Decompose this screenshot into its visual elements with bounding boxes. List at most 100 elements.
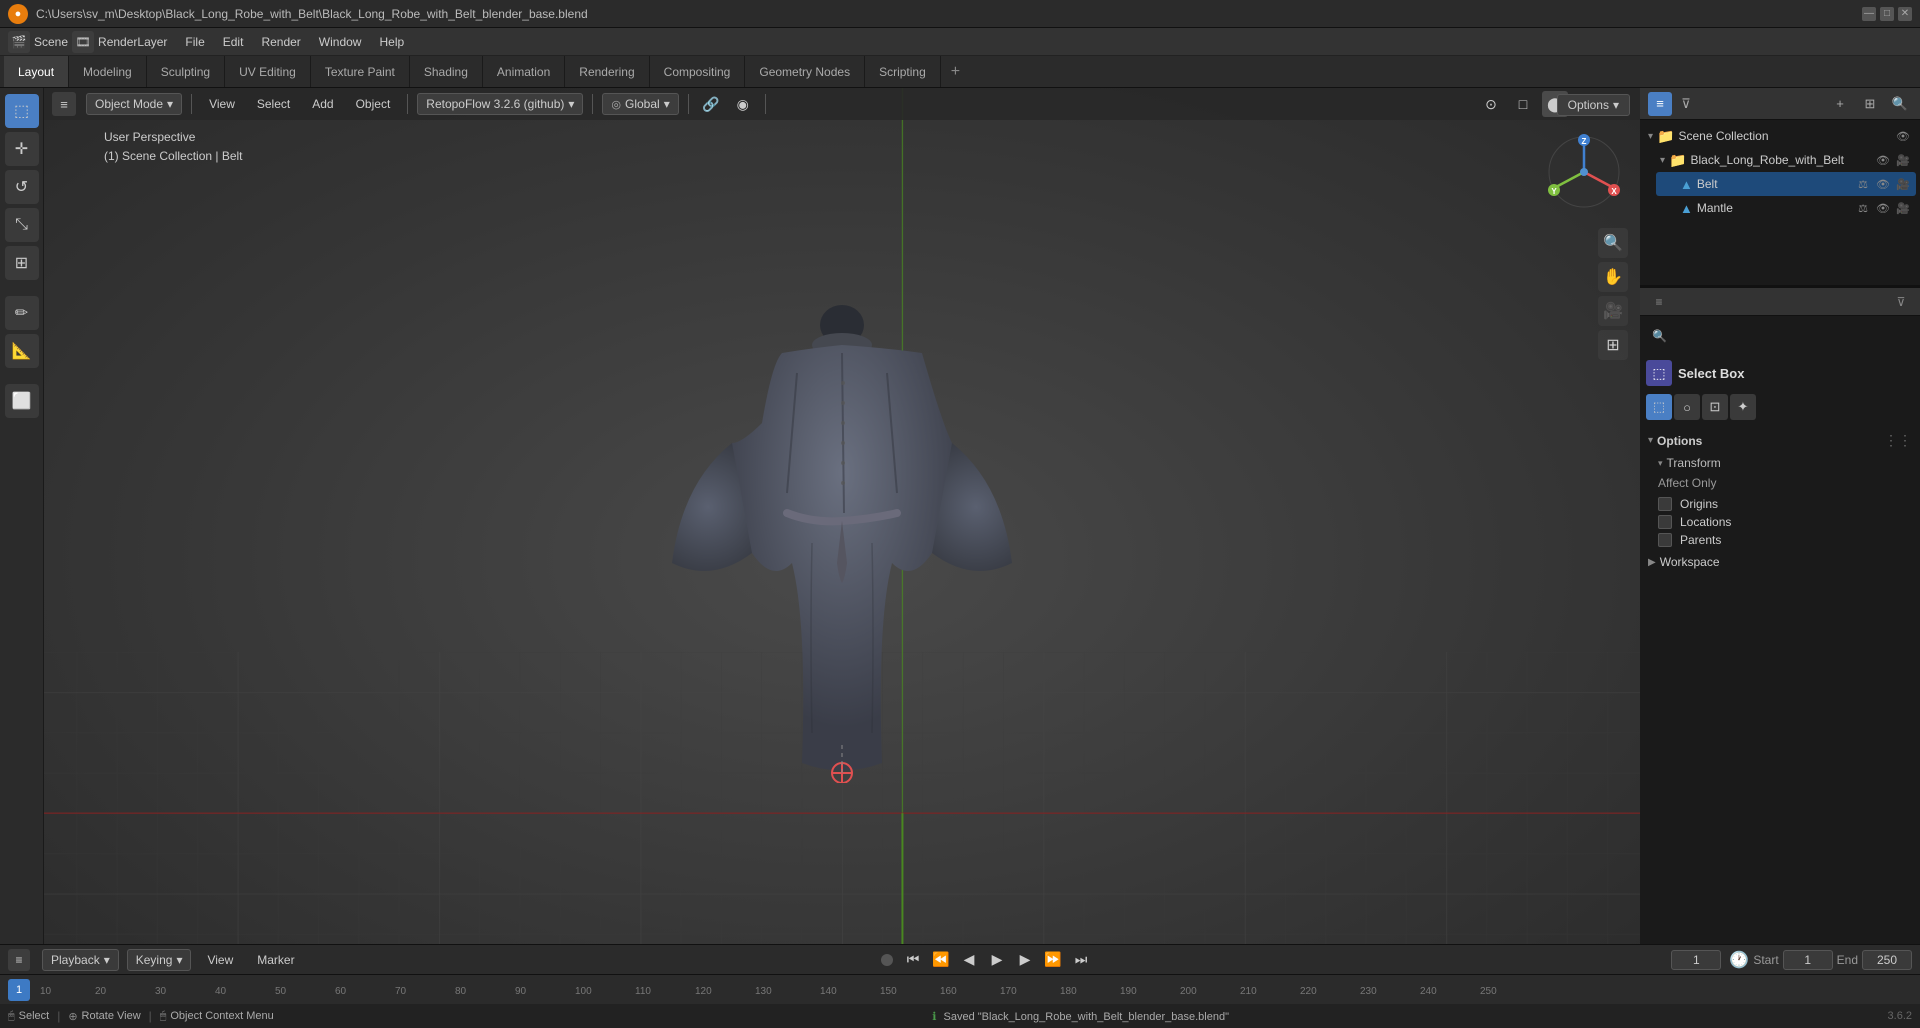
filter-icon[interactable]: ⊽ (1674, 92, 1698, 116)
next-frame-button[interactable]: ▶ (1013, 948, 1037, 972)
viewport-options-button[interactable]: Options ▾ (1557, 94, 1630, 116)
select-tool-button[interactable]: ⬚ (5, 94, 39, 128)
tab-animation[interactable]: Animation (483, 56, 565, 87)
belt-weight-icon[interactable]: ⚖ (1854, 175, 1872, 193)
ortho-icon[interactable]: ⊞ (1598, 330, 1628, 360)
scene-selector-icon[interactable]: 🎬 (8, 31, 30, 53)
new-collection-icon[interactable]: + (1828, 92, 1852, 116)
robe-collection-header[interactable]: ▾ 📁 Black_Long_Robe_with_Belt 👁 🎥 (1656, 148, 1916, 172)
select-lasso-btn[interactable]: ⊡ (1702, 394, 1728, 420)
belt-scene-item[interactable]: ▲ Belt ⚖ 👁 🎥 (1656, 172, 1916, 196)
end-frame-input[interactable] (1862, 950, 1912, 970)
prev-keyframe-button[interactable]: ⏪ (929, 948, 953, 972)
ruler-30: 30 (155, 986, 166, 997)
workspace-section[interactable]: ▶ Workspace (1646, 551, 1914, 573)
tab-layout[interactable]: Layout (4, 56, 69, 87)
current-frame-input[interactable] (1671, 950, 1721, 970)
locations-checkbox[interactable] (1658, 515, 1672, 529)
playback-dropdown[interactable]: Playback ▾ (42, 949, 119, 971)
menu-edit[interactable]: Edit (215, 31, 252, 53)
menu-window[interactable]: Window (311, 31, 370, 53)
minimize-button[interactable]: — (1862, 7, 1876, 21)
blender-logo: ● (8, 4, 28, 24)
keying-dropdown[interactable]: Keying ▾ (127, 949, 192, 971)
transform-subsection[interactable]: ▾ Transform (1646, 453, 1914, 473)
add-menu[interactable]: Add (304, 94, 341, 114)
snap-icon[interactable]: 🔗 (698, 91, 724, 117)
tab-texture-paint[interactable]: Texture Paint (311, 56, 410, 87)
marker-menu[interactable]: Marker (249, 950, 302, 970)
move-tool-button[interactable]: ✛ (5, 132, 39, 166)
scale-tool-button[interactable]: ⤡ (5, 208, 39, 242)
tool-search-input[interactable] (1646, 322, 1914, 350)
mantle-vis-icon[interactable]: 👁 (1874, 199, 1892, 217)
parents-checkbox[interactable] (1658, 533, 1672, 547)
select-menu[interactable]: Select (249, 94, 298, 114)
outliner-icon[interactable]: ≡ (1648, 92, 1672, 116)
shading-wireframe[interactable]: □ (1510, 91, 1536, 117)
annotate-tool-button[interactable]: ✏ (5, 296, 39, 330)
origins-checkbox[interactable] (1658, 497, 1672, 511)
mantle-weight-icon[interactable]: ⚖ (1854, 199, 1872, 217)
viewport-menu-icon[interactable]: ≡ (52, 92, 76, 116)
collection-actions: 👁 (1894, 127, 1912, 145)
jump-end-button[interactable]: ⏭ (1069, 948, 1093, 972)
robe-render-icon[interactable]: 🎥 (1894, 151, 1912, 169)
navigation-gizmo[interactable]: Z X Y (1544, 132, 1624, 212)
belt-render-icon[interactable]: 🎥 (1894, 175, 1912, 193)
ruler-200: 200 (1180, 986, 1197, 997)
mantle-scene-item[interactable]: ▲ Mantle ⚖ 👁 🎥 (1656, 196, 1916, 220)
mantle-render-icon[interactable]: 🎥 (1894, 199, 1912, 217)
tab-compositing[interactable]: Compositing (650, 56, 746, 87)
start-frame-input[interactable] (1783, 950, 1833, 970)
transform-tool-button[interactable]: ⊞ (5, 246, 39, 280)
tool-panel-menu-icon[interactable]: ≡ (1648, 291, 1670, 313)
select-circle-btn[interactable]: ○ (1674, 394, 1700, 420)
belt-vis-icon[interactable]: 👁 (1874, 175, 1892, 193)
object-mode-selector[interactable]: Object Mode ▾ (86, 93, 182, 115)
camera-icon[interactable]: 🎥 (1598, 296, 1628, 326)
renderlayer-icon[interactable]: 🎞 (72, 31, 94, 53)
tab-modeling[interactable]: Modeling (69, 56, 147, 87)
tab-uv-editing[interactable]: UV Editing (225, 56, 311, 87)
timeline-ruler[interactable]: 1 10 20 30 40 50 60 70 80 90 100 110 120… (0, 975, 1920, 1005)
view-menu[interactable]: View (201, 94, 243, 114)
hand-pan-icon[interactable]: ✋ (1598, 262, 1628, 292)
transform-selector[interactable]: ◎ Global ▾ (602, 93, 678, 115)
tab-scripting[interactable]: Scripting (865, 56, 941, 87)
object-menu[interactable]: Object (348, 94, 399, 114)
robe-vis-icon[interactable]: 👁 (1874, 151, 1892, 169)
tab-shading[interactable]: Shading (410, 56, 483, 87)
select-all-btn[interactable]: ✦ (1730, 394, 1756, 420)
prev-frame-button[interactable]: ◀ (957, 948, 981, 972)
addon-selector[interactable]: RetopoFlow 3.2.6 (github) ▾ (417, 93, 583, 115)
viewport-area[interactable]: ≡ Object Mode ▾ View Select Add Object R… (44, 88, 1640, 1028)
tab-geometry-nodes[interactable]: Geometry Nodes (745, 56, 865, 87)
next-keyframe-button[interactable]: ⏩ (1041, 948, 1065, 972)
maximize-button[interactable]: □ (1880, 7, 1894, 21)
measure-tool-button[interactable]: 📐 (5, 334, 39, 368)
menu-help[interactable]: Help (371, 31, 412, 53)
options-section-header[interactable]: ▾ Options ⋮⋮ (1646, 428, 1914, 453)
tab-sculpting[interactable]: Sculpting (147, 56, 225, 87)
visibility-icon[interactable]: 👁 (1894, 127, 1912, 145)
jump-start-button[interactable]: ⏮ (901, 948, 925, 972)
filter-options-icon[interactable]: ⊞ (1858, 92, 1882, 116)
menu-render[interactable]: Render (253, 31, 308, 53)
search-view-icon[interactable]: 🔍 (1598, 228, 1628, 258)
overlay-icon[interactable]: ⊙ (1478, 91, 1504, 117)
timeline-menu-icon[interactable]: ≡ (8, 949, 30, 971)
view-timeline-menu[interactable]: View (199, 950, 241, 970)
proportional-icon[interactable]: ◉ (730, 91, 756, 117)
add-cube-button[interactable]: ⬜ (5, 384, 39, 418)
menu-file[interactable]: File (177, 31, 212, 53)
scene-collection-header[interactable]: ▾ 📁 Scene Collection 👁 (1644, 124, 1916, 148)
search-icon[interactable]: 🔍 (1888, 92, 1912, 116)
tool-panel-filter-icon[interactable]: ⊽ (1890, 291, 1912, 313)
select-box-btn[interactable]: ⬚ (1646, 394, 1672, 420)
add-workspace-button[interactable]: + (941, 56, 970, 87)
play-button[interactable]: ▶ (985, 948, 1009, 972)
close-button[interactable]: ✕ (1898, 7, 1912, 21)
tab-rendering[interactable]: Rendering (565, 56, 649, 87)
rotate-tool-button[interactable]: ↺ (5, 170, 39, 204)
